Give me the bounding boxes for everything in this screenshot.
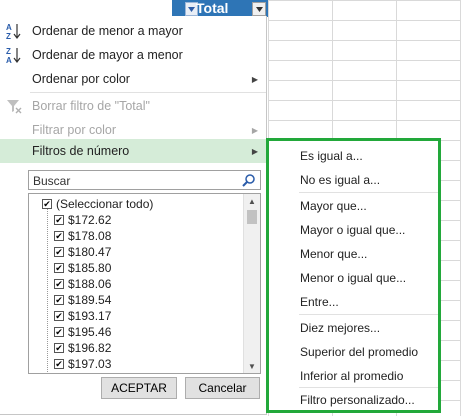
menu-separator (30, 92, 266, 93)
submenu-arrow-icon: ▶ (251, 74, 258, 84)
list-item-label: (Seleccionar todo) (56, 197, 154, 211)
autofilter-panel: A Z Ordenar de menor a mayor Z A Ordenar… (0, 16, 267, 415)
list-item[interactable]: ✔ $195.46 (54, 324, 111, 340)
checkbox[interactable]: ✔ (54, 327, 64, 337)
checkbox[interactable]: ✔ (54, 215, 64, 225)
menu-sort-descending[interactable]: Z A Ordenar de mayor a menor (0, 43, 266, 67)
submenu-label: Entre... (300, 295, 339, 309)
menu-label: Ordenar de menor a mayor (32, 24, 183, 38)
submenu-label: Menor o igual que... (300, 271, 407, 285)
checkbox[interactable]: ✔ (54, 263, 64, 273)
menu-label: Ordenar por color (32, 72, 130, 86)
autofilter-dropdown-button[interactable] (252, 2, 266, 16)
submenu-not-equals[interactable]: No es igual a... (269, 168, 438, 192)
checkbox[interactable]: ✔ (54, 359, 64, 369)
total-column-header: Total (172, 0, 268, 17)
list-item-label: $188.06 (68, 277, 112, 291)
menu-label: Filtros de número (32, 144, 130, 158)
search-icon[interactable] (242, 173, 256, 190)
column-title: Total (196, 0, 229, 16)
list-item[interactable]: ✔ $193.17 (54, 308, 111, 324)
submenu-label: Menor que... (300, 247, 368, 261)
menu-label: Ordenar de mayor a menor (32, 48, 183, 62)
checkbox[interactable]: ✔ (54, 279, 64, 289)
submenu-less-than[interactable]: Menor que... (269, 242, 438, 266)
checkbox[interactable]: ✔ (54, 343, 64, 353)
submenu-label: Superior del promedio (300, 345, 419, 359)
list-item-label: $193.17 (68, 309, 112, 323)
list-item[interactable]: ✔ $188.06 (54, 276, 111, 292)
checkbox[interactable]: ✔ (42, 199, 52, 209)
list-item-label: $180.47 (68, 245, 112, 259)
submenu-separator (299, 314, 438, 315)
checkbox[interactable]: ✔ (54, 231, 64, 241)
tree-connector (47, 200, 48, 373)
list-item-label: $196.82 (68, 341, 112, 355)
submenu-between[interactable]: Entre... (269, 290, 438, 314)
list-item-label: $178.08 (68, 229, 112, 243)
list-item[interactable]: ✔ $180.47 (54, 244, 111, 260)
list-item[interactable]: ✔ $197.03 (54, 356, 111, 372)
list-scrollbar[interactable]: ▲ ▼ (243, 194, 260, 373)
svg-text:Z: Z (6, 47, 11, 56)
sort-ascending-icon: A Z (0, 22, 28, 40)
svg-text:Z: Z (6, 32, 11, 40)
list-item-label: $185.80 (68, 261, 112, 275)
submenu-custom-filter[interactable]: Filtro personalizado... (269, 388, 438, 412)
scroll-thumb[interactable] (247, 210, 257, 224)
checkbox[interactable]: ✔ (54, 247, 64, 257)
sort-descending-icon: Z A (0, 46, 28, 64)
submenu-label: No es igual a... (300, 173, 381, 187)
submenu-below-average[interactable]: Inferior al promedio (269, 364, 438, 388)
scroll-up-icon[interactable]: ▲ (244, 194, 260, 208)
list-item-label: $197.03 (68, 357, 112, 371)
list-item-label: $189.54 (68, 293, 112, 307)
search-placeholder: Buscar (33, 174, 71, 188)
list-item-select-all[interactable]: ✔ (Seleccionar todo) (42, 196, 153, 212)
menu-label: Borrar filtro de "Total" (32, 99, 150, 113)
list-item-label: $172.62 (68, 213, 112, 227)
menu-sort-ascending[interactable]: A Z Ordenar de menor a mayor (0, 19, 266, 43)
submenu-label: Filtro personalizado... (300, 393, 415, 407)
submenu-greater-than[interactable]: Mayor que... (269, 194, 438, 218)
submenu-label: Inferior al promedio (300, 369, 404, 383)
menu-label: Filtrar por color (32, 123, 117, 137)
list-item[interactable]: ✔ $178.08 (54, 228, 111, 244)
list-item-label: $195.46 (68, 325, 112, 339)
menu-sort-by-color[interactable]: Ordenar por color ▶ (0, 67, 266, 91)
submenu-above-average[interactable]: Superior del promedio (269, 340, 438, 364)
values-listbox: ✔ (Seleccionar todo) ✔ $172.62 ✔ $178.08… (28, 193, 261, 374)
submenu-equals[interactable]: Es igual a... (269, 144, 438, 168)
submenu-label: Mayor que... (300, 199, 367, 213)
submenu-label: Diez mejores... (300, 321, 381, 335)
submenu-label: Mayor o igual que... (300, 223, 406, 237)
ok-button[interactable]: ACEPTAR (101, 377, 177, 399)
checkbox[interactable]: ✔ (54, 311, 64, 321)
number-filters-submenu: Es igual a... No es igual a... Mayor que… (266, 138, 441, 413)
submenu-less-or-equal[interactable]: Menor o igual que... (269, 266, 438, 290)
submenu-arrow-icon: ▶ (251, 125, 258, 135)
submenu-separator (299, 192, 438, 193)
scroll-down-icon[interactable]: ▼ (244, 359, 260, 373)
list-item[interactable]: ✔ $172.62 (54, 212, 111, 228)
list-item[interactable]: ✔ $196.82 (54, 340, 111, 356)
submenu-top-ten[interactable]: Diez mejores... (269, 316, 438, 340)
menu-clear-filter[interactable]: Borrar filtro de "Total" (0, 94, 266, 118)
svg-text:A: A (6, 23, 12, 32)
submenu-greater-or-equal[interactable]: Mayor o igual que... (269, 218, 438, 242)
submenu-label: Es igual a... (300, 149, 363, 163)
menu-number-filters[interactable]: Filtros de número ▶ (0, 139, 266, 163)
list-item[interactable]: ✔ $189.54 (54, 292, 111, 308)
list-item[interactable]: ✔ $185.80 (54, 260, 111, 276)
checkbox[interactable]: ✔ (54, 295, 64, 305)
cancel-button[interactable]: Cancelar (185, 377, 260, 399)
search-input[interactable]: Buscar (28, 170, 261, 190)
clear-filter-icon (0, 98, 28, 114)
submenu-arrow-icon: ▶ (251, 146, 258, 156)
svg-text:A: A (6, 56, 12, 64)
